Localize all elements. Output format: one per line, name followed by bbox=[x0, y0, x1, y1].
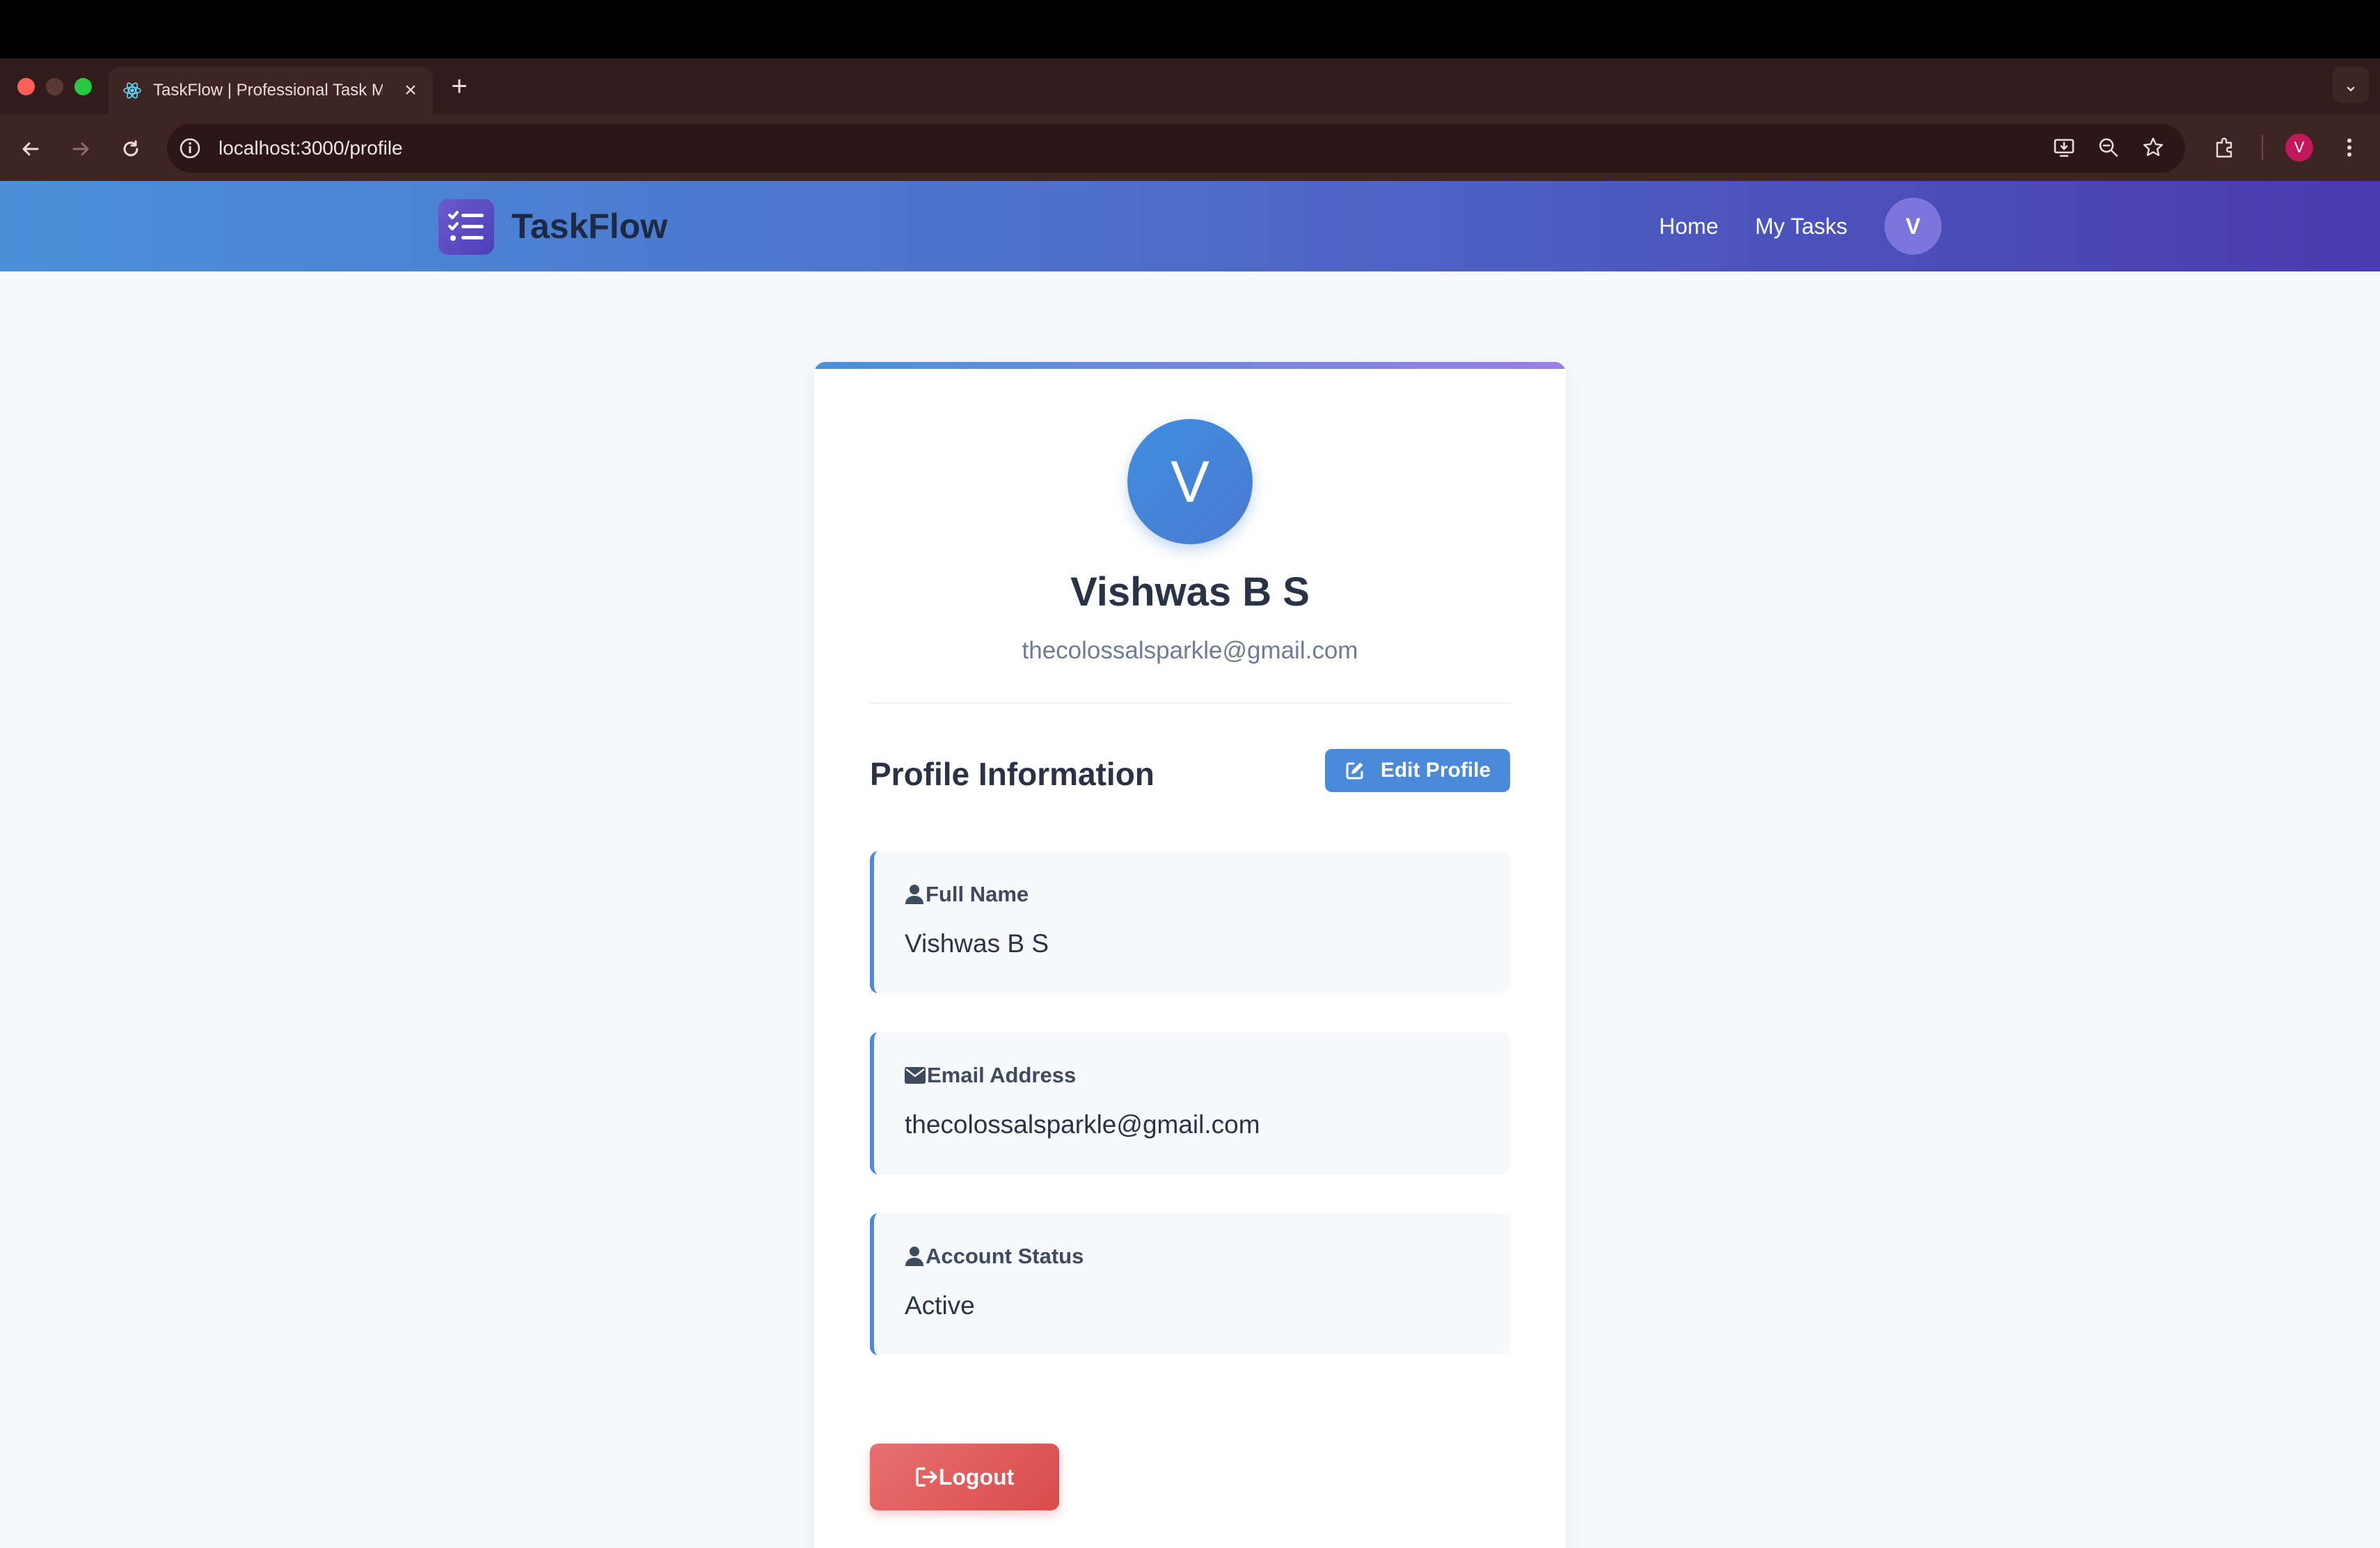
nav-link-home[interactable]: Home bbox=[1659, 212, 1718, 241]
logout-button[interactable]: Logout bbox=[870, 1444, 1059, 1510]
edit-profile-button[interactable]: Edit Profile bbox=[1325, 749, 1510, 792]
extensions-puzzle-icon[interactable] bbox=[2209, 132, 2239, 163]
tab-title: TaskFlow | Professional Task Manager bbox=[153, 81, 383, 100]
profile-card: V Vishwas B S thecolossalsparkle@gmail.c… bbox=[814, 362, 1566, 1548]
profile-avatar: V bbox=[1127, 419, 1253, 544]
app-header: TaskFlow Home My Tasks V bbox=[0, 181, 2380, 271]
info-value-email: thecolossalsparkle@gmail.com bbox=[905, 1110, 1260, 1139]
sign-out-icon bbox=[916, 1467, 937, 1487]
zoom-icon[interactable] bbox=[2093, 132, 2124, 163]
section-title: Profile Information bbox=[870, 756, 1155, 792]
info-label-account-status: Account Status bbox=[905, 1242, 1084, 1270]
address-bar[interactable] bbox=[167, 124, 2185, 173]
tab-search-chevron-icon[interactable]: ⌄ bbox=[2333, 67, 2369, 103]
info-label-full-name: Full Name bbox=[905, 880, 1029, 908]
user-icon bbox=[905, 1247, 923, 1266]
kebab-menu-icon[interactable] bbox=[2334, 132, 2365, 163]
full-name-label-text: Full Name bbox=[926, 882, 1029, 906]
nav-link-my-tasks[interactable]: My Tasks bbox=[1755, 212, 1848, 241]
user-icon bbox=[905, 885, 923, 904]
forward-arrow-icon[interactable] bbox=[64, 132, 97, 166]
install-app-icon[interactable] bbox=[2049, 132, 2079, 163]
bookmark-star-icon[interactable] bbox=[2138, 132, 2168, 163]
card-accent-bar bbox=[814, 362, 1566, 369]
react-icon bbox=[123, 82, 141, 99]
profile-email: thecolossalsparkle@gmail.com bbox=[1022, 637, 1358, 664]
page-viewport: TaskFlow Home My Tasks V V Vishwas B S t… bbox=[0, 181, 2380, 1548]
divider bbox=[870, 702, 1510, 704]
site-info-icon[interactable] bbox=[178, 136, 202, 160]
url-text[interactable]: localhost:3000/profile bbox=[219, 134, 403, 162]
browser-tab-active[interactable]: TaskFlow | Professional Task Manager × bbox=[109, 67, 433, 114]
toolbar-separator bbox=[2262, 135, 2263, 160]
profile-name: Vishwas B S bbox=[1070, 569, 1310, 615]
system-menu-bar bbox=[0, 0, 2380, 58]
app-logo-text[interactable]: TaskFlow bbox=[511, 205, 667, 248]
info-value-full-name: Vishwas B S bbox=[905, 929, 1049, 958]
account-status-label-text: Account Status bbox=[926, 1244, 1084, 1268]
reload-icon[interactable] bbox=[114, 132, 148, 166]
window-minimize-button[interactable] bbox=[46, 78, 63, 95]
logout-label: Logout bbox=[938, 1464, 1015, 1490]
user-avatar-button[interactable]: V bbox=[1885, 198, 1942, 255]
email-label-text: Email Address bbox=[927, 1063, 1077, 1087]
back-arrow-icon[interactable] bbox=[14, 132, 47, 166]
edit-icon bbox=[1346, 762, 1363, 780]
info-label-email: Email Address bbox=[905, 1061, 1076, 1089]
close-tab-icon[interactable]: × bbox=[397, 77, 425, 104]
window-zoom-button[interactable] bbox=[74, 78, 92, 95]
window-close-button[interactable] bbox=[17, 78, 35, 95]
info-card-full-name: Full Name Vishwas B S bbox=[870, 851, 1510, 993]
logo-task-list-icon[interactable] bbox=[438, 199, 494, 255]
info-value-account-status: Active bbox=[905, 1291, 975, 1320]
browser-profile-avatar[interactable]: V bbox=[2285, 134, 2313, 161]
edit-profile-label: Edit Profile bbox=[1380, 759, 1491, 782]
envelope-icon bbox=[905, 1067, 926, 1084]
new-tab-plus-icon[interactable]: + bbox=[445, 70, 473, 103]
info-card-account-status: Account Status Active bbox=[870, 1213, 1510, 1355]
info-card-email: Email Address thecolossalsparkle@gmail.c… bbox=[870, 1032, 1510, 1174]
